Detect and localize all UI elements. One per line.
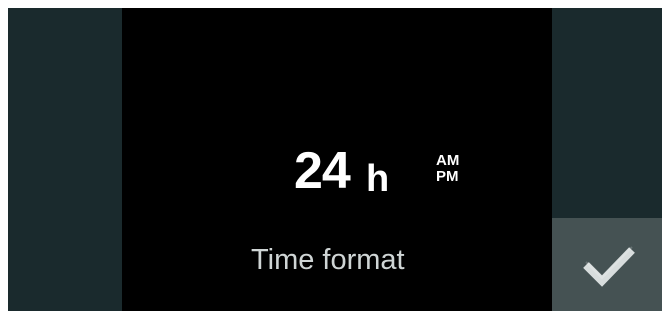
- time-format-unit: h: [366, 158, 390, 200]
- left-navigation-panel: [8, 8, 122, 311]
- time-format-settings-screen: 24 h AM PM Time format: [8, 8, 662, 311]
- am-label: AM: [436, 152, 460, 169]
- checkmark-icon: [583, 246, 635, 287]
- confirm-button[interactable]: [552, 218, 662, 311]
- pm-label: PM: [436, 168, 459, 185]
- time-format-content: 24 h AM PM Time format: [122, 8, 552, 311]
- am-pm-format-option: AM PM: [436, 153, 466, 185]
- time-format-number: 24: [294, 142, 351, 200]
- time-format-label: Time format: [251, 244, 405, 276]
